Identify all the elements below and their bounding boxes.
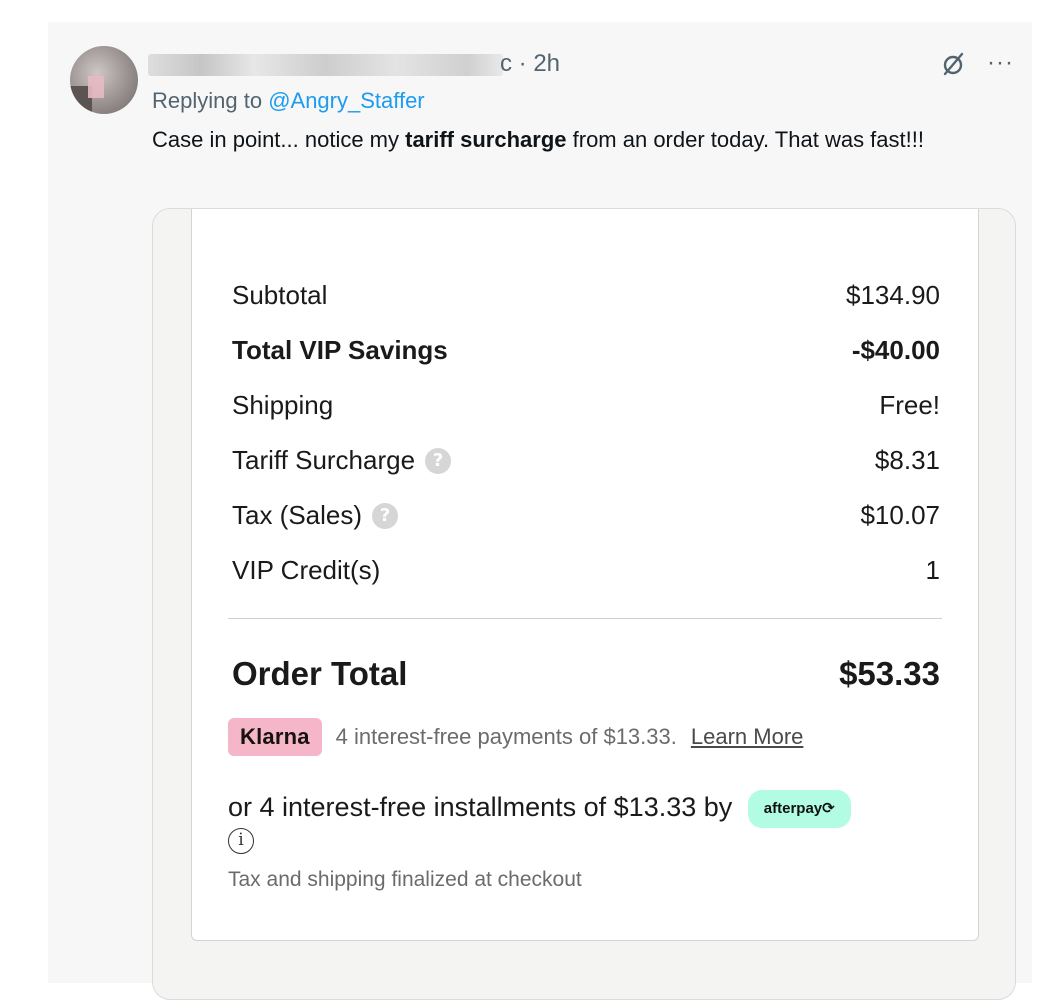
grok-icon[interactable]: [940, 50, 968, 78]
avatar-accent: [88, 76, 104, 98]
row-value: -$40.00: [851, 335, 940, 365]
attached-image[interactable]: Subtotal $134.90 Total VIP Savings -$40.…: [152, 208, 1016, 1000]
afterpay-logo: afterpay⟳: [747, 790, 851, 828]
post-timestamp[interactable]: c · 2h: [500, 50, 560, 78]
replying-to-prefix: Replying to: [152, 88, 269, 113]
divider: [228, 618, 942, 619]
post-text: Case in point... notice my tariff surcha…: [152, 124, 992, 155]
row-subtotal: Subtotal $134.90: [232, 280, 940, 320]
row-label: Total VIP Savings: [232, 335, 448, 365]
row-label: Subtotal: [232, 280, 328, 310]
post-text-bold: tariff surcharge: [405, 127, 567, 152]
row-label-group: Tariff Surcharge ?: [232, 445, 452, 476]
order-total-value: $53.33: [839, 655, 940, 692]
row-value: $134.90: [846, 280, 940, 310]
klarna-text: 4 interest-free payments of $13.33.: [335, 724, 677, 749]
afterpay-text: or 4 interest-free installments of $13.3…: [228, 792, 733, 823]
order-summary-card: Subtotal $134.90 Total VIP Savings -$40.…: [191, 209, 979, 941]
info-icon[interactable]: i: [228, 828, 254, 854]
post-text-after: from an order today. That was fast!!!: [566, 127, 924, 152]
checkout-footnote: Tax and shipping finalized at checkout: [228, 868, 582, 891]
row-value: Free!: [879, 390, 940, 420]
row-tax: Tax (Sales) ? $10.07: [232, 500, 940, 540]
order-total-label: Order Total: [232, 655, 408, 692]
row-label: Tax (Sales): [232, 500, 363, 530]
blurred-author-name: [148, 54, 503, 76]
avatar[interactable]: [70, 46, 138, 114]
row-label-group: Tax (Sales) ?: [232, 500, 399, 531]
klarna-offer: Klarna 4 interest-free payments of $13.3…: [228, 718, 803, 756]
row-label: Tariff Surcharge: [232, 445, 416, 475]
learn-more-link[interactable]: Learn More: [691, 724, 804, 750]
help-icon[interactable]: ?: [372, 502, 399, 529]
row-tariff-surcharge: Tariff Surcharge ? $8.31: [232, 445, 940, 485]
row-label: VIP Credit(s): [232, 555, 381, 585]
help-icon[interactable]: ?: [425, 447, 452, 474]
row-value: $10.07: [860, 500, 940, 530]
row-vip-credits: VIP Credit(s) 1: [232, 555, 940, 595]
replying-to-handle[interactable]: @Angry_Staffer: [268, 88, 424, 113]
row-value: 1: [925, 555, 940, 585]
row-label: Shipping: [232, 390, 334, 420]
row-value: $8.31: [874, 445, 940, 475]
afterpay-offer: or 4 interest-free installments of $13.3…: [228, 790, 948, 828]
post-text-before: Case in point... notice my: [152, 127, 406, 152]
row-vip-savings: Total VIP Savings -$40.00: [232, 335, 940, 375]
replying-to: Replying to @Angry_Staffer: [152, 88, 425, 114]
more-icon[interactable]: ···: [987, 49, 1014, 77]
klarna-logo: Klarna: [228, 718, 322, 756]
row-shipping: Shipping Free!: [232, 390, 940, 430]
